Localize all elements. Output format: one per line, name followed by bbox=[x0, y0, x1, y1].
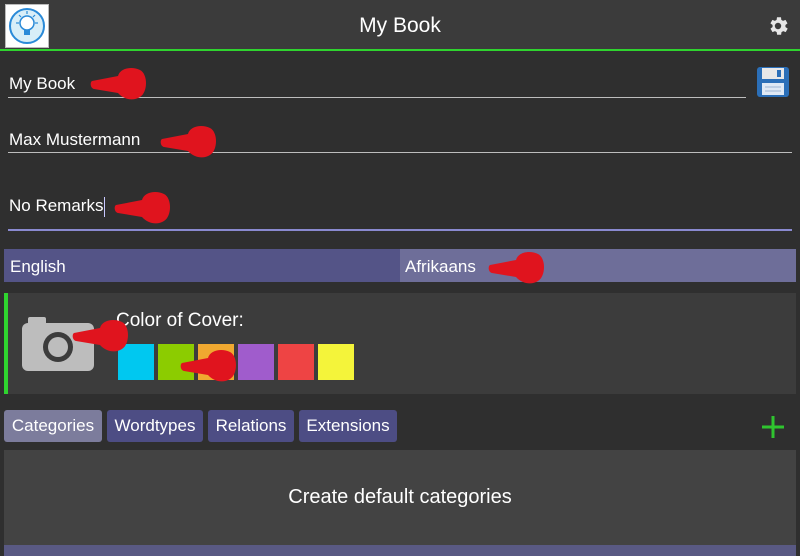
bottom-strip bbox=[4, 545, 796, 556]
tab-wordtypes[interactable]: Wordtypes bbox=[107, 410, 203, 442]
author-field[interactable]: Max Mustermann bbox=[9, 130, 140, 150]
tab-extensions[interactable]: Extensions bbox=[299, 410, 397, 442]
author-underline bbox=[8, 152, 792, 153]
swatch-purple[interactable] bbox=[238, 344, 274, 380]
remarks-underline bbox=[8, 229, 792, 231]
pointer-hand-icon bbox=[488, 252, 544, 284]
remarks-field[interactable]: No Remarks bbox=[9, 196, 106, 217]
pointer-hand-icon bbox=[160, 126, 216, 158]
tab-relations[interactable]: Relations bbox=[208, 410, 294, 442]
target-language-selector[interactable]: Afrikaans bbox=[400, 249, 796, 282]
pointer-hand-icon bbox=[72, 320, 128, 352]
source-language-label: English bbox=[10, 257, 66, 276]
pointer-hand-icon bbox=[114, 192, 170, 224]
pointer-hand-icon bbox=[180, 350, 236, 382]
tab-categories[interactable]: Categories bbox=[4, 410, 102, 442]
source-language-selector[interactable]: English bbox=[4, 249, 400, 282]
create-default-categories-button[interactable]: Create default categories bbox=[4, 486, 796, 509]
book-title-field[interactable]: My Book bbox=[9, 74, 75, 94]
swatch-yellow[interactable] bbox=[318, 344, 354, 380]
remarks-text: No Remarks bbox=[9, 196, 104, 215]
floppy-disk-icon[interactable] bbox=[756, 66, 790, 98]
pointer-hand-icon bbox=[90, 68, 146, 100]
swatch-red[interactable] bbox=[278, 344, 314, 380]
app-title: My Book bbox=[359, 14, 441, 37]
gear-icon[interactable] bbox=[766, 14, 790, 38]
text-cursor bbox=[104, 196, 106, 217]
cover-color-label: Color of Cover: bbox=[116, 310, 244, 331]
plus-icon[interactable] bbox=[760, 414, 786, 440]
target-language-label: Afrikaans bbox=[405, 257, 476, 276]
